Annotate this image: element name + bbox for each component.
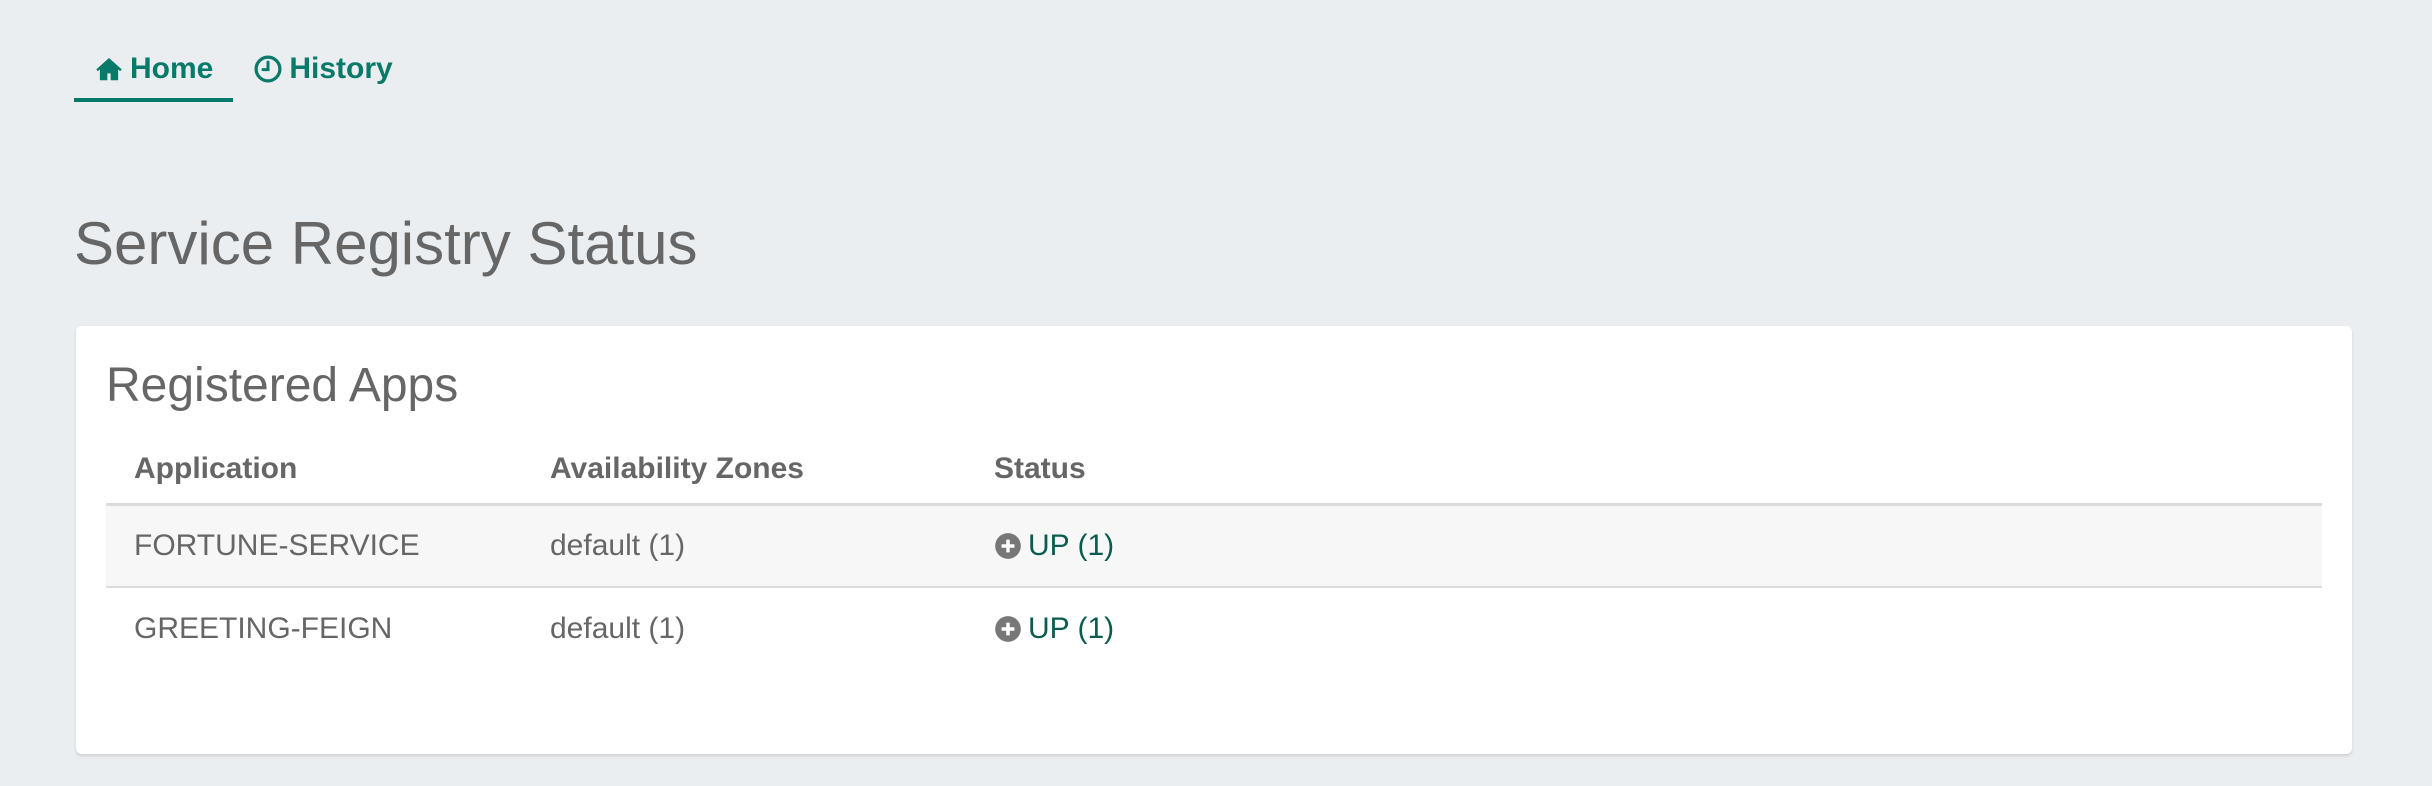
status-badge: UP (1) bbox=[994, 529, 2322, 563]
tab-home-label: Home bbox=[130, 52, 214, 85]
page: { "nav": { "tabs": [ {"label": "Home", "… bbox=[0, 0, 2432, 786]
status-text: UP (1) bbox=[1028, 529, 1115, 562]
tab-history[interactable]: History bbox=[233, 40, 412, 102]
column-header-availability-zones: Availability Zones bbox=[550, 451, 804, 485]
status-text: UP (1) bbox=[1028, 612, 1115, 645]
panel-title: Registered Apps bbox=[106, 359, 459, 412]
status-cell: UP (1) bbox=[994, 529, 2322, 563]
application-cell: GREETING-FEIGN bbox=[134, 612, 393, 645]
column-header-application: Application bbox=[134, 451, 298, 485]
clock-icon bbox=[253, 54, 283, 84]
registered-apps-panel: Registered Apps Application Availability… bbox=[76, 326, 2352, 754]
column-header-status: Status bbox=[994, 451, 1086, 485]
table-row: FORTUNE-SERVICE default (1) UP (1) bbox=[106, 506, 2322, 588]
top-nav: Home History bbox=[74, 40, 413, 112]
plus-circle-icon bbox=[994, 532, 1022, 560]
table-header: Application Availability Zones Status bbox=[106, 434, 2322, 506]
apps-table: Application Availability Zones Status FO… bbox=[106, 434, 2322, 670]
application-cell: FORTUNE-SERVICE bbox=[134, 529, 420, 562]
zones-cell: default (1) bbox=[550, 529, 686, 562]
tab-home[interactable]: Home bbox=[74, 40, 234, 102]
status-badge: UP (1) bbox=[994, 612, 2322, 646]
page-title: Service Registry Status bbox=[74, 210, 698, 277]
zones-cell: default (1) bbox=[550, 612, 686, 645]
home-icon bbox=[94, 54, 124, 84]
table-row: GREETING-FEIGN default (1) UP (1) bbox=[106, 588, 2322, 670]
status-cell: UP (1) bbox=[994, 612, 2322, 646]
plus-circle-icon bbox=[994, 615, 1022, 643]
tab-history-label: History bbox=[289, 52, 393, 85]
